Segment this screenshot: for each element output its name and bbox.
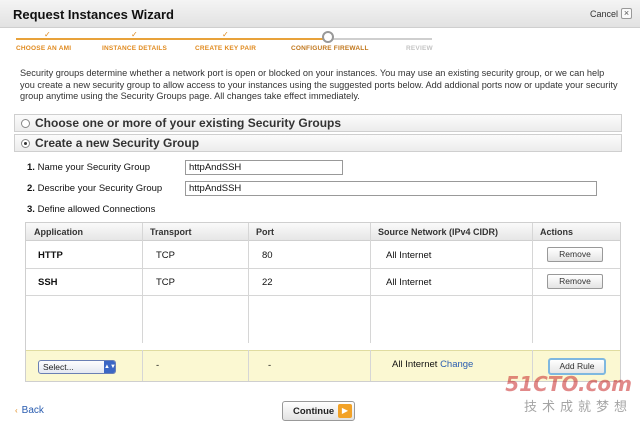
cell-transport: TCP xyxy=(156,250,175,261)
step-configure-firewall: CONFIGURE FIREWALL xyxy=(291,45,369,52)
option-new-group[interactable]: Create a new Security Group xyxy=(14,134,622,152)
header-transport: Transport xyxy=(150,227,192,237)
connections-field-label: 3. Define allowed Connections xyxy=(27,204,156,215)
cell-application: HTTP xyxy=(38,250,63,261)
header-actions: Actions xyxy=(540,227,574,237)
step-instance-details[interactable]: INSTANCE DETAILS xyxy=(102,45,167,52)
column-divider xyxy=(370,350,371,381)
watermark-logo: 51CTO.com xyxy=(505,372,632,396)
table-header: Application Transport Port Source Networ… xyxy=(26,223,620,241)
new-source: All Internet Change xyxy=(392,359,474,370)
cell-transport: TCP xyxy=(156,277,175,288)
header-application: Application xyxy=(34,227,83,237)
table-row: SSH TCP 22 All Internet Remove xyxy=(26,269,620,296)
change-source-link[interactable]: Change xyxy=(440,359,473,370)
select-arrows-icon: ▲▼ xyxy=(104,361,116,373)
step-review: REVIEW xyxy=(406,45,433,52)
header-source-network: Source Network (IPv4 CIDR) xyxy=(378,227,499,237)
new-transport: - xyxy=(156,360,160,371)
close-icon[interactable]: × xyxy=(621,8,632,19)
new-group-radio[interactable] xyxy=(21,139,30,148)
existing-groups-label: Choose one or more of your existing Secu… xyxy=(35,116,342,130)
continue-label: Continue xyxy=(293,406,335,417)
cancel-link[interactable]: Cancel xyxy=(590,9,618,19)
continue-button[interactable]: Continue ▶ xyxy=(282,401,355,421)
back-link[interactable]: ‹ Back xyxy=(15,405,44,416)
option-existing-groups[interactable]: Choose one or more of your existing Secu… xyxy=(14,114,622,132)
step-choose-ami[interactable]: CHOOSE AN AMI xyxy=(16,45,71,52)
wizard-steps: ✓ ✓ ✓ CHOOSE AN AMI INSTANCE DETAILS CRE… xyxy=(0,28,640,62)
remove-ssh-button[interactable]: Remove xyxy=(547,274,603,289)
name-field-label: 1. Name your Security Group xyxy=(27,162,151,173)
window-title: Request Instances Wizard xyxy=(13,7,174,22)
existing-groups-radio[interactable] xyxy=(21,119,30,128)
cell-port: 22 xyxy=(262,277,273,288)
step-create-key-pair[interactable]: CREATE KEY PAIR xyxy=(195,45,256,52)
group-name-input[interactable] xyxy=(185,160,343,175)
application-select[interactable]: Select... ▲▼ xyxy=(38,360,116,374)
progress-line-done xyxy=(16,38,330,40)
intro-text: Security groups determine whether a netw… xyxy=(20,68,618,101)
cell-application: SSH xyxy=(38,277,58,288)
header-port: Port xyxy=(256,227,274,237)
column-divider xyxy=(248,350,249,381)
column-divider xyxy=(142,350,143,381)
description-field-label: 2. Describe your Security Group xyxy=(27,183,163,194)
remove-http-button[interactable]: Remove xyxy=(547,247,603,262)
step-1-check-icon: ✓ xyxy=(44,30,51,39)
group-description-input[interactable] xyxy=(185,181,597,196)
back-arrow-icon: ‹ xyxy=(15,406,18,415)
watermark-slogan: 技术成就梦想 xyxy=(523,400,632,415)
new-group-label: Create a new Security Group xyxy=(35,136,200,150)
step-2-check-icon: ✓ xyxy=(131,30,138,39)
cell-source: All Internet xyxy=(386,277,432,288)
step-3-check-icon: ✓ xyxy=(222,30,229,39)
watermark: 51CTO.com 技术成就梦想 xyxy=(505,372,632,415)
connections-table: Application Transport Port Source Networ… xyxy=(25,222,621,382)
table-row: HTTP TCP 80 All Internet Remove xyxy=(26,242,620,269)
cell-port: 80 xyxy=(262,250,273,261)
progress-line-remaining xyxy=(330,38,432,40)
current-step-dot-icon xyxy=(322,31,334,43)
continue-arrow-icon: ▶ xyxy=(338,404,352,418)
new-port: - xyxy=(268,360,272,371)
cell-source: All Internet xyxy=(386,250,432,261)
title-bar: Request Instances Wizard Cancel × xyxy=(0,0,640,28)
